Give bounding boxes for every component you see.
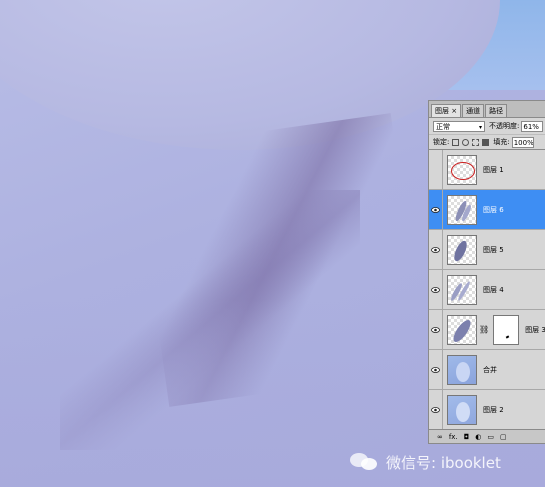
opacity-field[interactable]: 61% xyxy=(521,120,544,132)
watermark: 微信号: ibooklet xyxy=(350,450,501,474)
shoulder-region xyxy=(0,0,500,150)
blend-opacity-row: 正常 ▾ 不透明度: 61% xyxy=(429,118,545,135)
visibility-toggle[interactable] xyxy=(429,310,443,349)
eye-icon xyxy=(431,406,440,413)
folder-icon[interactable]: ▭ xyxy=(487,433,494,441)
opacity-label: 不透明度: xyxy=(489,122,520,130)
layer-name[interactable]: 图层 4 xyxy=(483,285,504,295)
layer-thumbnail xyxy=(447,194,477,225)
layer-row[interactable]: 图层 2 xyxy=(429,390,545,430)
fx-icon[interactable]: fx. xyxy=(449,433,458,441)
new-layer-icon[interactable]: ▢ xyxy=(500,433,507,441)
visibility-toggle[interactable] xyxy=(429,150,443,189)
panel-tab-bar: 图层 × 通道 路径 xyxy=(429,101,545,118)
blend-mode-select[interactable]: 正常 ▾ xyxy=(433,120,485,132)
wechat-logo-icon xyxy=(350,451,380,473)
layer-name[interactable]: 图层 1 xyxy=(483,165,504,175)
layer-thumbnail xyxy=(447,314,477,345)
lock-position-icon[interactable] xyxy=(472,138,480,146)
layer-row[interactable]: 图层 1 xyxy=(429,150,545,190)
layers-panel: 图层 × 通道 路径 正常 ▾ 不透明度: 61% 锁定: 填充: 100% 图… xyxy=(428,100,545,444)
blend-mode-value: 正常 xyxy=(436,122,450,131)
visibility-toggle[interactable] xyxy=(429,190,443,229)
layer-row-selected[interactable]: 图层 6 xyxy=(429,190,545,230)
layer-name[interactable]: 图层 3 xyxy=(525,325,545,335)
visibility-toggle[interactable] xyxy=(429,390,443,429)
chain-link-icon[interactable]: ⛓ xyxy=(479,325,489,334)
eye-icon xyxy=(431,286,440,293)
tab-paths[interactable]: 路径 xyxy=(485,104,508,117)
watermark-text: 微信号: ibooklet xyxy=(386,453,501,472)
fill-field[interactable]: 100% xyxy=(511,136,534,148)
layer-thumbnail xyxy=(447,394,477,425)
visibility-toggle[interactable] xyxy=(429,270,443,309)
layer-mask-thumbnail[interactable] xyxy=(493,314,520,345)
lock-label: 锁定: xyxy=(433,138,450,146)
layer-thumbnail xyxy=(447,274,477,305)
eye-icon xyxy=(431,246,440,253)
adjustment-icon[interactable]: ◐ xyxy=(475,433,481,441)
visibility-toggle[interactable] xyxy=(429,350,443,389)
panel-bottom-toolbar: ∞ fx. ◘ ◐ ▭ ▢ xyxy=(429,429,545,443)
eye-icon xyxy=(431,206,440,213)
tab-channels[interactable]: 通道 xyxy=(462,104,485,117)
lock-fill-row: 锁定: 填充: 100% xyxy=(429,135,545,150)
mask-icon[interactable]: ◘ xyxy=(464,433,470,441)
layer-row[interactable]: ⛓ 图层 3 xyxy=(429,310,545,350)
layer-thumbnail xyxy=(447,154,477,185)
tab-layers[interactable]: 图层 × xyxy=(431,104,462,117)
layer-thumbnail xyxy=(447,354,477,385)
layer-name[interactable]: 图层 2 xyxy=(483,405,504,415)
layer-name[interactable]: 图层 6 xyxy=(483,205,504,215)
lock-all-icon[interactable] xyxy=(482,138,490,146)
fill-label: 填充: xyxy=(493,138,510,146)
layer-name[interactable]: 图层 5 xyxy=(483,245,504,255)
visibility-toggle[interactable] xyxy=(429,230,443,269)
lock-image-icon[interactable] xyxy=(462,138,470,146)
eye-icon xyxy=(431,326,440,333)
layer-row[interactable]: 图层 4 xyxy=(429,270,545,310)
link-icon[interactable]: ∞ xyxy=(437,433,443,441)
dropdown-arrow-icon: ▾ xyxy=(478,123,482,131)
lock-transparent-icon[interactable] xyxy=(452,138,460,146)
layer-row[interactable]: 图层 5 xyxy=(429,230,545,270)
layer-name[interactable]: 合并 xyxy=(483,365,497,375)
layer-thumbnail xyxy=(447,234,477,265)
eye-icon xyxy=(431,366,440,373)
layer-row[interactable]: 合并 xyxy=(429,350,545,390)
